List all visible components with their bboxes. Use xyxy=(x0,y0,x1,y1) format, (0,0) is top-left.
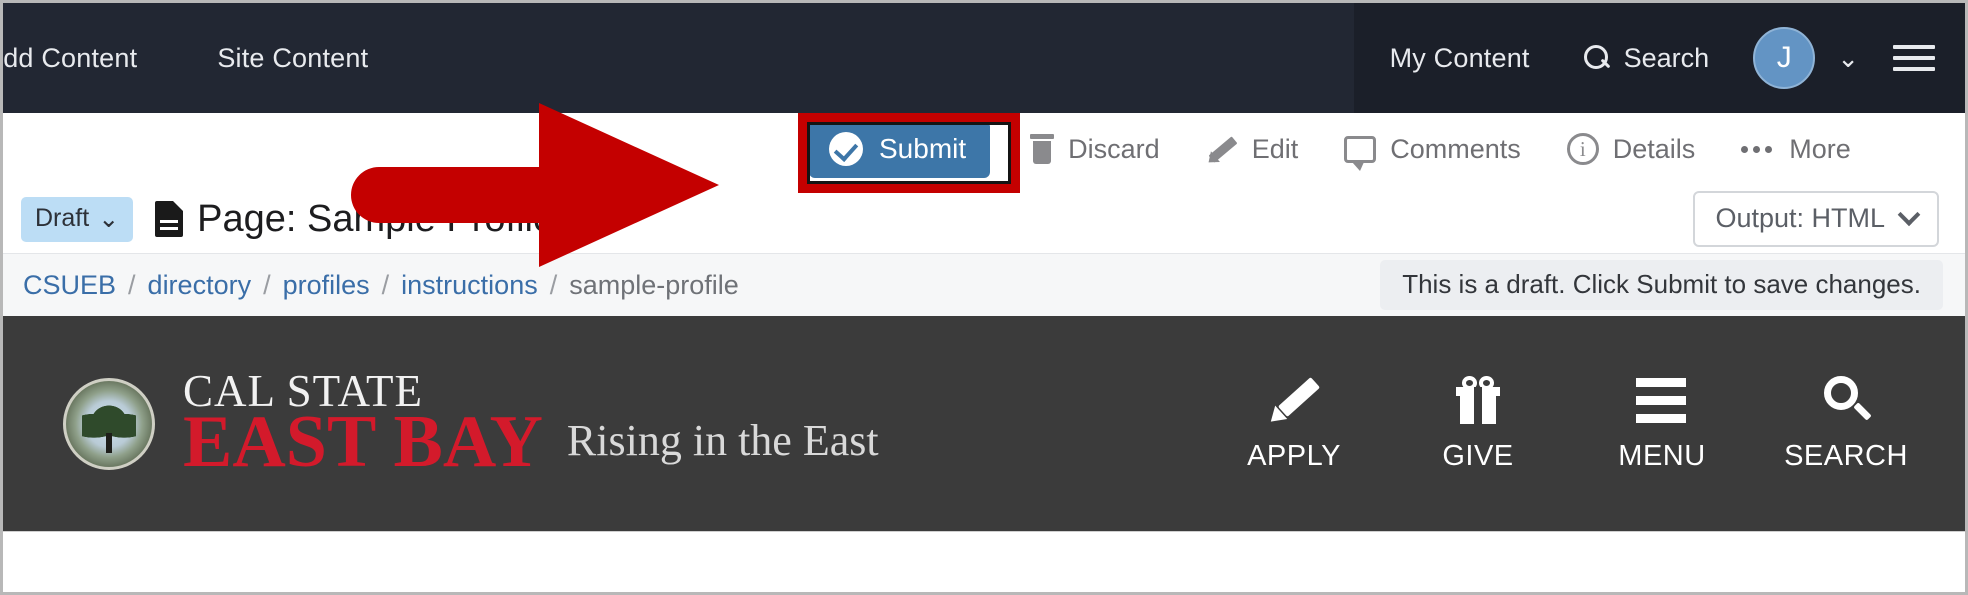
details-button[interactable]: i Details xyxy=(1566,133,1696,165)
submit-button[interactable]: Submit xyxy=(809,120,991,178)
cms-top-nav: Add Content Site Content My Content Sear… xyxy=(3,3,1965,113)
breadcrumb-separator: / xyxy=(263,269,271,300)
avatar[interactable]: J xyxy=(1753,27,1816,89)
chevron-down-icon[interactable]: ⌄ xyxy=(1837,45,1859,71)
more-button[interactable]: More xyxy=(1741,134,1851,165)
status-badge[interactable]: Draft ⌄ xyxy=(21,196,134,242)
nav-site-content[interactable]: Site Content xyxy=(217,43,368,74)
draft-notice: This is a draft. Click Submit to save ch… xyxy=(1380,260,1943,310)
discard-button[interactable]: Discard xyxy=(1030,134,1160,165)
cms-top-nav-right: My Content Search J ⌄ xyxy=(1353,3,1965,113)
page-title-row: Draft ⌄ Page: Sample Profile Output: HTM… xyxy=(3,185,1965,253)
details-label: Details xyxy=(1612,133,1696,164)
gift-icon xyxy=(1452,374,1504,426)
site-header: CAL STATE EAST BAY Rising in the East AP… xyxy=(3,316,1965,531)
breadcrumb: CSUEB / directory / profiles / instructi… xyxy=(23,270,739,301)
more-label: More xyxy=(1789,133,1851,164)
trash-icon xyxy=(1030,134,1055,164)
wordmark-line-2: EAST BAY xyxy=(183,401,543,484)
site-logo[interactable]: CAL STATE EAST BAY Rising in the East xyxy=(183,368,879,484)
breadcrumb-separator: / xyxy=(381,269,390,300)
chevron-down-icon: ⌄ xyxy=(98,204,120,233)
search-icon xyxy=(1583,45,1610,71)
nav-search-button[interactable]: Search xyxy=(1583,42,1710,74)
nav-add-content[interactable]: Add Content xyxy=(3,43,137,74)
comment-bubble-icon xyxy=(1344,135,1377,171)
ellipsis-icon xyxy=(1741,145,1775,153)
breadcrumb-separator: / xyxy=(549,269,558,300)
info-circle-icon: i xyxy=(1566,133,1599,165)
breadcrumb-item-directory[interactable]: directory xyxy=(148,270,252,301)
screenshot-root: Add Content Site Content My Content Sear… xyxy=(0,0,1968,595)
site-action-apply[interactable]: APPLY xyxy=(1239,374,1349,473)
chevron-down-icon xyxy=(1897,202,1921,226)
hamburger-icon xyxy=(1636,374,1688,426)
cms-top-nav-left: Add Content Site Content xyxy=(3,3,368,113)
discard-label: Discard xyxy=(1068,133,1160,164)
cms-action-toolbar: Submit Discard Edit Comments i Details M… xyxy=(3,113,1965,185)
site-action-menu[interactable]: MENU xyxy=(1607,374,1717,473)
output-format-label: Output: HTML xyxy=(1715,203,1885,233)
edit-button[interactable]: Edit xyxy=(1203,133,1299,168)
breadcrumb-item-sample-profile: sample-profile xyxy=(569,269,739,300)
check-circle-icon xyxy=(829,131,863,166)
nav-search-label: Search xyxy=(1623,42,1710,73)
site-tagline: Rising in the East xyxy=(566,416,879,466)
site-action-apply-label: APPLY xyxy=(1247,440,1341,472)
breadcrumb-item-csueb[interactable]: CSUEB xyxy=(23,270,116,301)
status-badge-label: Draft xyxy=(35,204,90,232)
breadcrumb-item-instructions[interactable]: instructions xyxy=(401,270,538,301)
breadcrumb-separator: / xyxy=(128,269,136,300)
edit-label: Edit xyxy=(1251,133,1299,164)
site-action-give[interactable]: GIVE xyxy=(1423,374,1533,473)
site-action-search-label: SEARCH xyxy=(1784,440,1908,472)
comments-button[interactable]: Comments xyxy=(1344,133,1521,171)
site-action-menu-label: MENU xyxy=(1618,440,1706,472)
submit-button-label: Submit xyxy=(879,132,967,164)
breadcrumb-row: CSUEB / directory / profiles / instructi… xyxy=(3,253,1965,316)
site-header-actions: APPLY GIVE MENU SEARCH xyxy=(1239,374,1927,473)
breadcrumb-item-profiles[interactable]: profiles xyxy=(283,270,370,301)
pencil-icon xyxy=(1203,134,1238,168)
hamburger-icon[interactable] xyxy=(1893,45,1935,71)
university-seal-icon xyxy=(63,377,155,470)
output-format-select[interactable]: Output: HTML xyxy=(1693,191,1939,247)
site-action-give-label: GIVE xyxy=(1442,440,1514,472)
document-icon xyxy=(155,201,184,237)
site-action-search[interactable]: SEARCH xyxy=(1784,374,1907,473)
page-body-strip xyxy=(3,531,1965,592)
search-icon xyxy=(1820,374,1872,426)
nav-my-content[interactable]: My Content xyxy=(1390,43,1530,74)
comments-label: Comments xyxy=(1390,133,1521,164)
page-title: Page: Sample Profile xyxy=(197,197,555,240)
pencil-icon xyxy=(1264,374,1321,429)
